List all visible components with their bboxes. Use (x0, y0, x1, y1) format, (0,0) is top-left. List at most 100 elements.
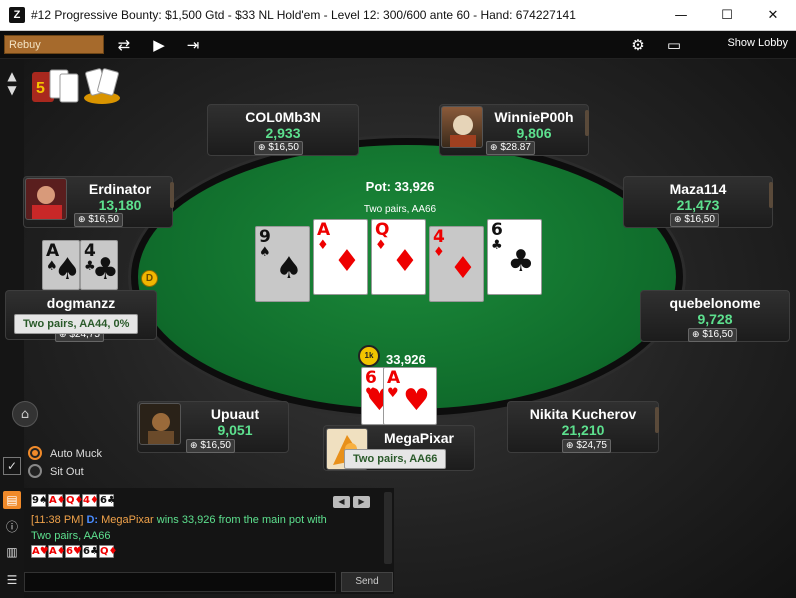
gear-icon[interactable]: ⚙ (624, 34, 652, 56)
player-stack: 9,051 (217, 422, 253, 438)
exit-table-icon[interactable]: ⇥ (179, 34, 207, 56)
app-logo-icon: Z (9, 7, 25, 23)
card-suit-pip: ♣ (92, 252, 119, 287)
player-name: quebelonome (669, 295, 761, 311)
playing-card: Q ♦ ♦ (371, 219, 426, 295)
mini-card: 4♦ (82, 494, 99, 507)
show-lobby-button[interactable]: Show Lobby (727, 37, 788, 49)
card-suit-pip: ♦ (449, 251, 477, 286)
chevron-down-icon[interactable]: ▼ (3, 81, 21, 99)
seat-notch (170, 182, 174, 208)
playing-card: A ♥ ♥ (383, 367, 437, 425)
playing-card: 6 ♥ ♥ (361, 367, 393, 425)
avatar (139, 403, 181, 445)
player-name: WinnieP00h (494, 109, 574, 125)
card-suit-pip: ♥ (403, 383, 430, 418)
notes-icon[interactable]: ☰ (3, 571, 21, 589)
playing-card: 9 ♠ ♠ (255, 226, 310, 302)
card-rank: 4 (433, 227, 445, 247)
card-suit: ♦ (375, 238, 387, 253)
close-button[interactable]: ✕ (750, 0, 796, 30)
avatar (441, 106, 483, 148)
player-name: Nikita Kucherov (529, 406, 637, 422)
table-toolbar: Rebuy ⇄ ▶ ⇥ ⚙ ▭ Show Lobby (0, 31, 796, 59)
playing-card: A ♠ ♠ (42, 240, 81, 290)
auto-muck-label: Auto Muck (50, 448, 102, 460)
seat-notch (769, 182, 773, 208)
bounty-badge: ⊕ $16,50 (74, 213, 123, 227)
bounty-badge: ⊕ $24,75 (562, 439, 611, 453)
hand-result-badge: Two pairs, AA66 (344, 449, 447, 469)
player-name: Upuaut (210, 406, 260, 422)
sit-out-radio[interactable] (28, 464, 42, 478)
rebuy-toggle-icon[interactable]: ⇄ (110, 34, 138, 56)
play-icon[interactable]: ▶ (145, 34, 173, 56)
playing-card: A ♦ ♦ (313, 219, 368, 295)
mini-card: Q♦ (99, 545, 118, 558)
pot-chips-icon: 1k (358, 345, 380, 367)
chat-scrollbar[interactable] (384, 492, 392, 564)
poker-table-window: Z #12 Progressive Bounty: $1,500 Gtd - $… (0, 0, 796, 598)
card-suit: ♦ (433, 245, 445, 260)
avatar (25, 178, 67, 220)
auto-muck-radio[interactable] (28, 446, 42, 460)
send-button[interactable]: Send (341, 572, 393, 592)
sit-out-label: Sit Out (50, 466, 84, 478)
mini-card: A♥ (31, 545, 49, 558)
card-rank: Q (375, 220, 390, 240)
bounty-badge: ⊕ $16,50 (688, 328, 737, 342)
playing-card: 4 ♦ ♦ (429, 226, 484, 302)
chip-icon: ⊕ (674, 215, 682, 225)
player-stack: 21,210 (561, 422, 605, 438)
chip-icon: ⊕ (566, 441, 574, 451)
mini-card: A♦ (48, 494, 66, 507)
player-name: Erdinator (88, 181, 152, 197)
info-icon[interactable]: ⓘ (3, 517, 21, 535)
player-name: COL0Mb3N (245, 109, 321, 125)
seat-notch (655, 407, 659, 433)
minimize-button[interactable]: — (658, 0, 704, 30)
card-suit-pip: ♠ (54, 252, 81, 287)
playing-card: 4 ♣ ♣ (80, 240, 119, 290)
stats-icon[interactable]: ▥ (3, 543, 21, 561)
bounty-badge: ⊕ $16,50 (670, 213, 719, 227)
mini-card: 6♣ (82, 545, 99, 558)
player-stack: 21,473 (676, 197, 720, 213)
pot-label: Pot: 33,926 (365, 179, 435, 194)
mini-card: A♦ (48, 545, 66, 558)
card-rank: 9 (259, 227, 271, 247)
dealer-button: D (141, 270, 158, 287)
hand-result-badge: Two pairs, AA44, 0% (14, 314, 139, 334)
maximize-button[interactable]: ☐ (704, 0, 750, 30)
pot-chips-amount: 33,926 (386, 352, 426, 367)
table-layout-icon[interactable]: ▭ (660, 34, 688, 56)
promo-logo[interactable]: 5 (30, 66, 125, 108)
chat-input[interactable] (24, 572, 336, 592)
player-name: dogmanzz (46, 295, 116, 311)
svg-text:5: 5 (36, 80, 45, 97)
gift-icon[interactable]: ⌂ (12, 401, 38, 427)
chat-cards-line: A♥A♦6♥6♣Q♦ (31, 545, 118, 558)
chat-nav: ◀ ▶ (333, 496, 370, 508)
player-stack: 9,728 (697, 311, 733, 327)
chip-icon: ⊕ (258, 143, 266, 153)
chat-icon[interactable]: ▤ (3, 491, 21, 509)
mini-card: Q♦ (65, 494, 84, 507)
player-stack: 2,933 (265, 125, 301, 141)
chat-prev-button[interactable]: ◀ (333, 496, 350, 508)
task-check-icon[interactable]: ✓ (3, 457, 21, 475)
title-bar: Z #12 Progressive Bounty: $1,500 Gtd - $… (0, 0, 796, 31)
rebuy-button[interactable]: Rebuy (4, 35, 104, 54)
chip-icon: ⊕ (190, 441, 198, 451)
mini-card: 6♥ (65, 545, 82, 558)
bounty-badge: ⊕ $16,50 (186, 439, 235, 453)
chat-cards-line: 9♠A♦Q♦4♦6♣ (31, 494, 116, 507)
hand-description: Two pairs, AA66 (363, 204, 437, 215)
chat-next-button[interactable]: ▶ (353, 496, 370, 508)
card-suit: ♦ (317, 238, 329, 253)
window-title: #12 Progressive Bounty: $1,500 Gtd - $33… (31, 8, 576, 22)
mini-card: 9♠ (31, 494, 48, 507)
card-suit-pip: ♦ (391, 244, 419, 279)
card-suit-pip: ♣ (507, 244, 535, 279)
chat-hand: Two pairs, AA66 (31, 530, 111, 542)
